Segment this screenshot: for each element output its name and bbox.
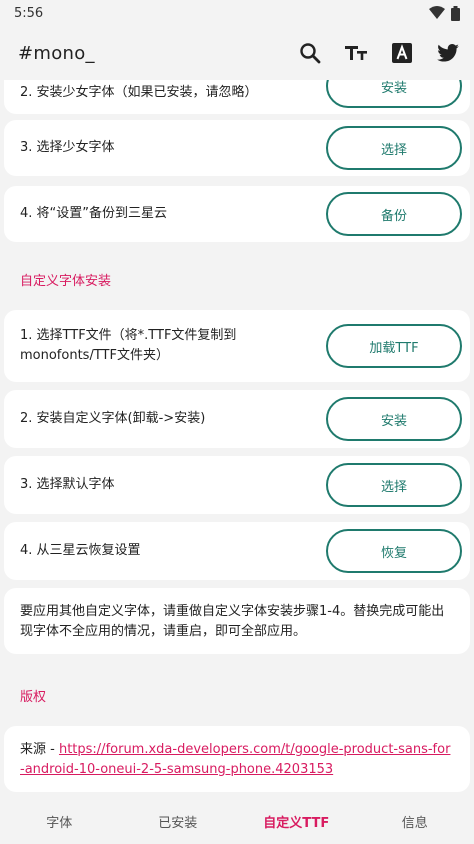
nav-tab-installed[interactable]: 已安装 xyxy=(119,812,238,831)
twitter-icon xyxy=(437,44,459,62)
section-title-copyright: 版权 xyxy=(20,690,47,705)
card-install-girl-font: 2. 安装少女字体（如果已安装，请忽略） 安装 xyxy=(4,80,470,114)
card-text: 3. 选择少女字体 xyxy=(20,140,115,155)
card-text: 2. 安装自定义字体(卸载->安装) xyxy=(20,411,206,426)
card-text: 4. 从三星云恢复设置 xyxy=(20,543,141,558)
status-time: 5:56 xyxy=(14,5,44,21)
card-text: 3. 选择默认字体 xyxy=(20,477,115,492)
search-icon xyxy=(300,43,321,64)
source-link[interactable]: https://forum.xda-developers.com/t/googl… xyxy=(20,742,450,777)
card-restore-settings: 4. 从三星云恢复设置 恢复 xyxy=(4,522,470,580)
font-button[interactable] xyxy=(388,39,416,67)
install-custom-font-button[interactable]: 安装 xyxy=(326,397,462,441)
select-girl-font-button[interactable]: 选择 xyxy=(326,126,462,170)
search-button[interactable] xyxy=(296,39,324,67)
bottom-nav: 字体 已安装 自定义TTF 信息 xyxy=(0,798,474,844)
load-ttf-button[interactable]: 加载TTF xyxy=(326,324,462,368)
backup-button[interactable]: 备份 xyxy=(326,192,462,236)
nav-tab-custom-ttf[interactable]: 自定义TTF xyxy=(237,812,356,831)
section-title-custom-font: 自定义字体安装 xyxy=(20,274,112,289)
card-load-ttf: 1. 选择TTF文件（将*.TTF文件复制到monofonts/TTF文件夹） … xyxy=(4,310,470,382)
status-bar: 5:56 xyxy=(0,0,474,26)
note-text: 要应用其他自定义字体，请重做自定义字体安装步骤1-4。替换完成可能出现字体不全应… xyxy=(20,604,445,639)
card-text: 2. 安装少女字体（如果已安装，请忽略） xyxy=(20,85,258,100)
wifi-icon xyxy=(429,6,445,19)
battery-icon xyxy=(451,5,460,21)
app-bar: #mono_ xyxy=(0,26,474,80)
select-default-font-button[interactable]: 选择 xyxy=(326,463,462,507)
source-label: 来源 - xyxy=(20,742,59,757)
twitter-button[interactable] xyxy=(434,39,462,67)
card-text: 4. 将“设置”备份到三星云 xyxy=(20,206,168,221)
card-install-custom-font: 2. 安装自定义字体(卸载->安装) 安装 xyxy=(4,390,470,448)
nav-tab-info[interactable]: 信息 xyxy=(356,812,474,831)
app-title: #mono_ xyxy=(18,42,95,64)
card-text: 1. 选择TTF文件（将*.TTF文件复制到monofonts/TTF文件夹） xyxy=(20,328,237,363)
status-icons xyxy=(429,5,460,21)
install-girl-font-button[interactable]: 安装 xyxy=(326,80,462,108)
copyright-card: 来源 - https://forum.xda-developers.com/t/… xyxy=(4,726,470,792)
text-size-icon xyxy=(345,46,367,60)
content-scroll-area[interactable]: 2. 安装少女字体（如果已安装，请忽略） 安装 3. 选择少女字体 选择 4. … xyxy=(0,80,474,798)
restore-button[interactable]: 恢复 xyxy=(326,529,462,573)
nav-tab-fonts[interactable]: 字体 xyxy=(0,812,119,831)
card-select-default-font: 3. 选择默认字体 选择 xyxy=(4,456,470,514)
app-actions xyxy=(296,39,462,67)
note-card: 要应用其他自定义字体，请重做自定义字体安装步骤1-4。替换完成可能出现字体不全应… xyxy=(4,588,470,654)
card-backup-settings: 4. 将“设置”备份到三星云 备份 xyxy=(4,186,470,242)
card-select-girl-font: 3. 选择少女字体 选择 xyxy=(4,120,470,176)
text-size-button[interactable] xyxy=(342,39,370,67)
font-icon xyxy=(392,43,412,63)
